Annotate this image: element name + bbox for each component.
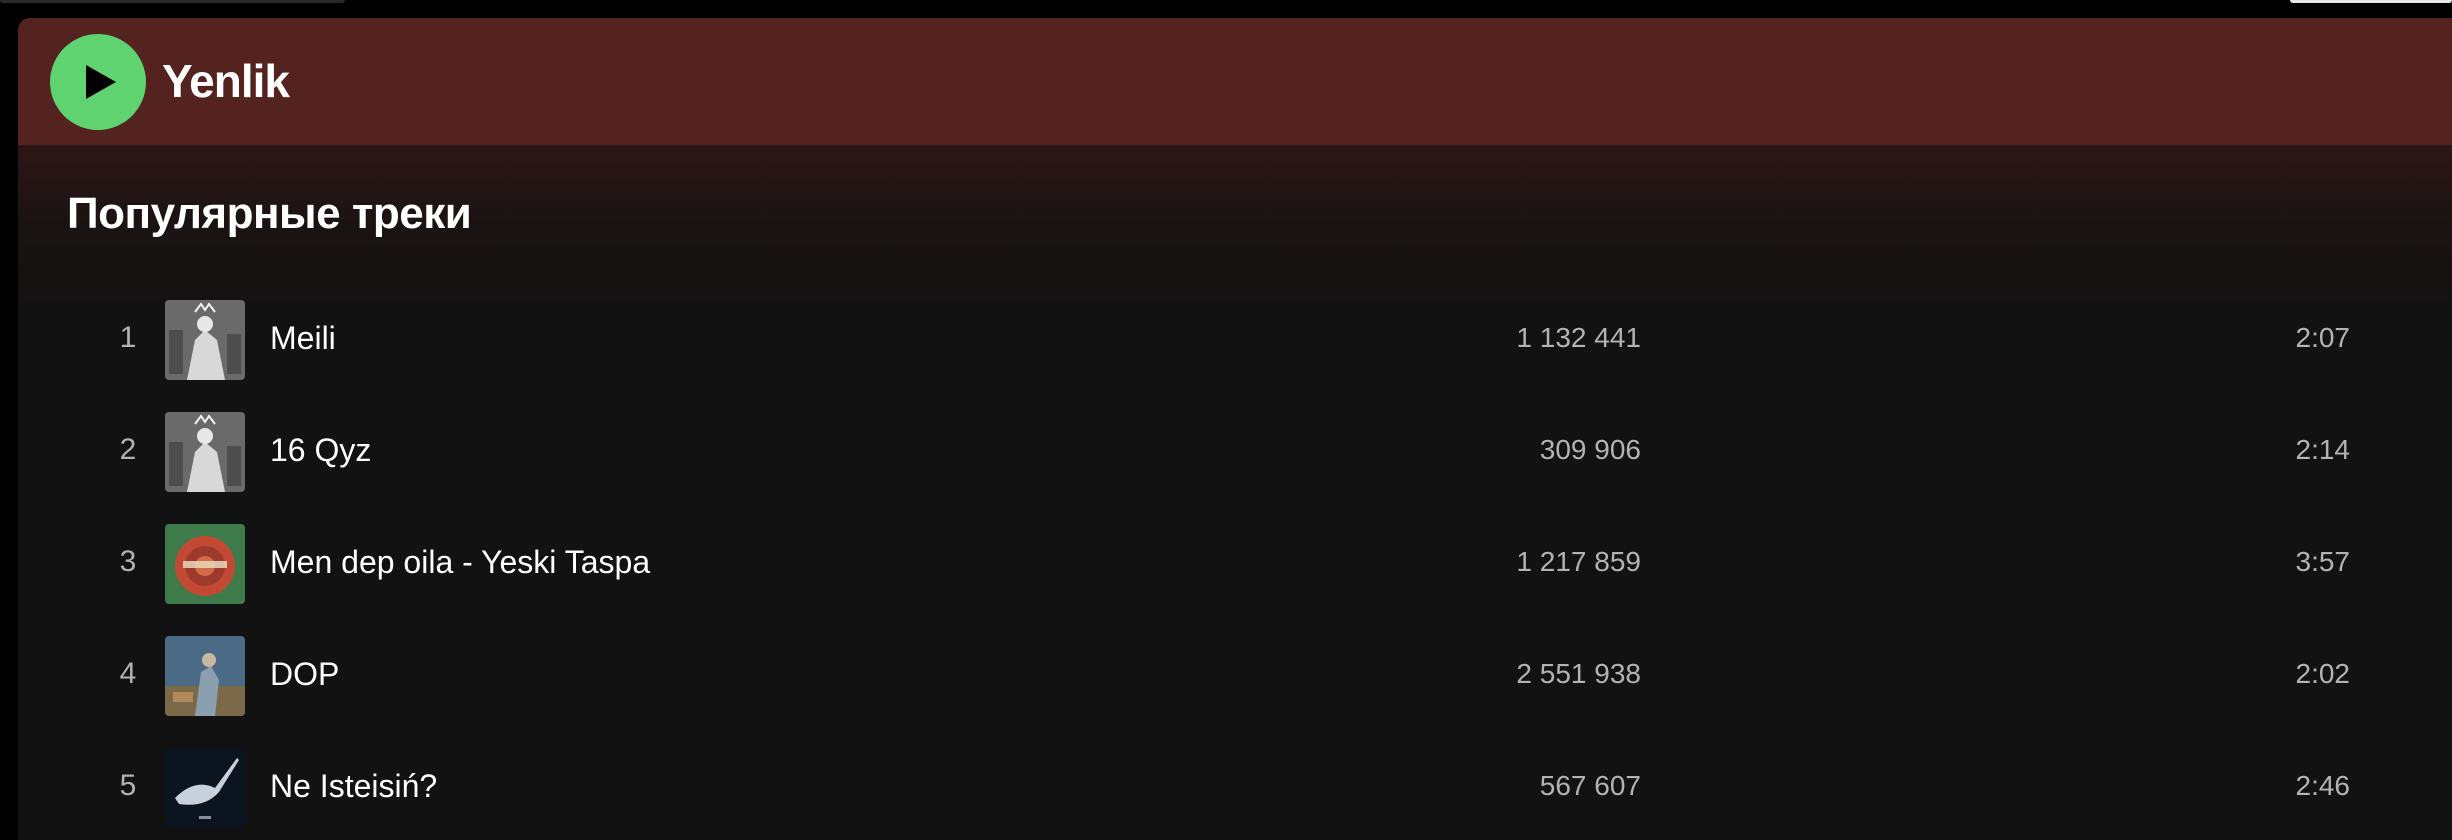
popular-tracks-heading: Популярные треки <box>67 189 472 238</box>
track-play-count: 309 906 <box>1539 434 1641 465</box>
track-number: 5 <box>119 769 137 802</box>
track-number: 1 <box>119 321 137 354</box>
track-title[interactable]: Men dep oila - Yeski Taspa <box>270 506 650 618</box>
artist-panel: Yenlik Популярные треки 1 Meili 1 132 44… <box>18 18 2452 840</box>
track-duration: 2:02 <box>2295 658 2351 689</box>
top-bar-left-pill <box>0 0 345 3</box>
play-icon <box>86 65 116 99</box>
track-title[interactable]: 16 Qyz <box>270 394 371 506</box>
track-title[interactable]: DOP <box>270 618 339 730</box>
track-row[interactable]: 2 16 Qyz 309 906 2:14 <box>78 394 2398 506</box>
track-title[interactable]: Ne Isteisiń? <box>270 730 437 840</box>
track-duration: 2:14 <box>2295 434 2351 465</box>
track-play-count: 2 551 938 <box>1516 658 1641 689</box>
track-number: 3 <box>119 545 137 578</box>
artist-name: Yenlik <box>162 55 290 107</box>
track-duration: 2:07 <box>2295 322 2351 353</box>
track-play-count: 1 132 441 <box>1516 322 1641 353</box>
track-row[interactable]: 4 DOP 2 551 938 2:02 <box>78 618 2398 730</box>
album-cover-bw-icon <box>165 412 245 492</box>
track-row[interactable]: 5 Ne Isteisiń? 567 607 2:46 <box>78 730 2398 840</box>
track-row[interactable]: 1 Meili 1 132 441 2:07 <box>78 282 2398 394</box>
top-bar-right-pill <box>2290 0 2452 3</box>
track-play-count: 1 217 859 <box>1516 546 1641 577</box>
album-cover-blue-figure-icon <box>165 636 245 716</box>
track-duration: 2:46 <box>2295 770 2351 801</box>
album-cover-dark-icon <box>165 748 245 828</box>
album-cover-bw-icon <box>165 300 245 380</box>
play-button[interactable] <box>50 34 146 130</box>
track-number: 4 <box>119 657 137 690</box>
track-row[interactable]: 3 Men dep oila - Yeski Taspa 1 217 859 3… <box>78 506 2398 618</box>
track-play-count: 567 607 <box>1539 770 1641 801</box>
track-title[interactable]: Meili <box>270 282 336 394</box>
artist-header-bar: Yenlik <box>18 18 2452 145</box>
album-cover-green-red-icon <box>165 524 245 604</box>
window-top-bar <box>0 0 2452 18</box>
track-number: 2 <box>119 433 137 466</box>
track-duration: 3:57 <box>2295 546 2351 577</box>
